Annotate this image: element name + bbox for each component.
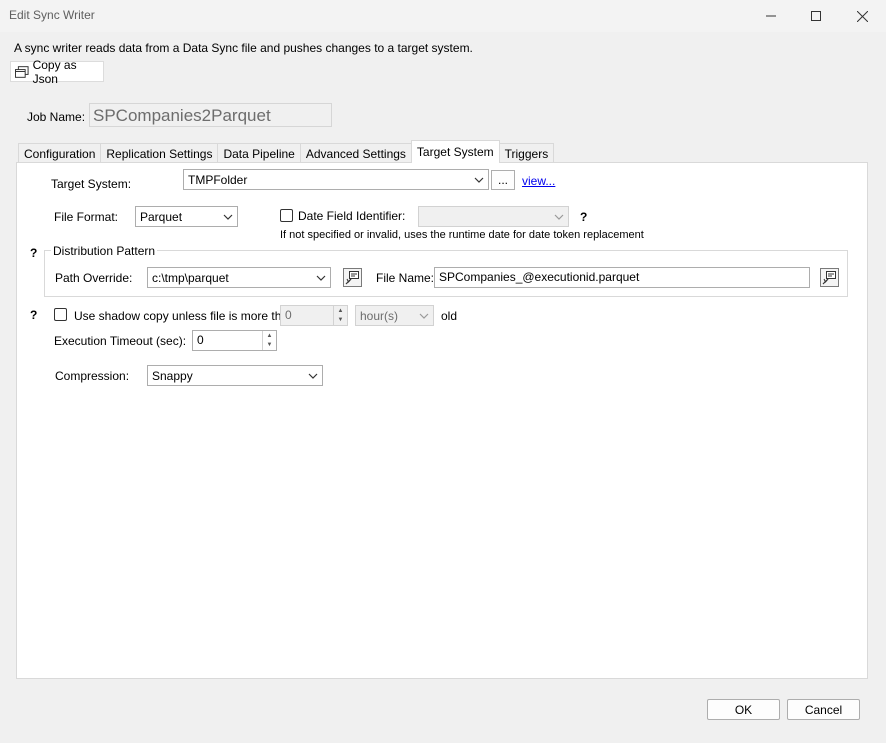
path-override-dropdown[interactable]: c:\tmp\parquet — [147, 267, 331, 288]
date-field-note: If not specified or invalid, uses the ru… — [280, 229, 644, 241]
spin-down-icon: ▼ — [337, 317, 344, 324]
file-format-label: File Format: — [54, 210, 119, 224]
tab-data-pipeline[interactable]: Data Pipeline — [217, 143, 301, 163]
token-picker-icon — [345, 271, 359, 285]
shadow-copy-unit-value: hour(s) — [360, 308, 399, 323]
shadow-copy-label: Use shadow copy unless file is more than — [74, 309, 295, 323]
spinner-buttons[interactable]: ▲ ▼ — [333, 306, 347, 325]
copy-as-json-button[interactable]: Copy as Json — [10, 58, 104, 86]
shadow-copy-suffix: old — [441, 309, 458, 323]
distribution-pattern-label: Distribution Pattern — [51, 244, 158, 258]
copy-as-json-label: Copy as Json — [32, 57, 77, 86]
close-button[interactable] — [839, 0, 885, 32]
maximize-button[interactable] — [793, 0, 839, 32]
chevron-down-icon — [223, 214, 233, 220]
shadow-copy-amount-spinner[interactable]: 0 ▲ ▼ — [280, 305, 348, 326]
spinner-buttons[interactable]: ▲ ▼ — [262, 331, 276, 350]
target-system-browse-button[interactable]: ... — [491, 170, 515, 190]
execution-timeout-label: Execution Timeout (sec): — [54, 334, 187, 348]
spin-down-icon: ▼ — [266, 342, 273, 349]
execution-timeout-spinner[interactable]: 0 ▲ ▼ — [192, 330, 277, 351]
token-picker-icon — [822, 271, 836, 285]
tab-advanced-settings[interactable]: Advanced Settings — [299, 143, 412, 163]
dialog-description: A sync writer reads data from a Data Syn… — [14, 41, 473, 55]
compression-value: Snappy — [152, 368, 193, 383]
shadow-copy-amount-value: 0 — [285, 308, 292, 322]
minimize-button[interactable] — [748, 0, 794, 32]
chevron-down-icon — [554, 214, 564, 220]
chevron-down-icon — [316, 275, 326, 281]
target-system-dropdown[interactable]: TMPFolder — [183, 169, 489, 190]
date-field-help-icon[interactable]: ? — [580, 210, 587, 224]
spin-up-icon: ▲ — [337, 307, 344, 314]
maximize-icon — [811, 11, 821, 21]
file-name-input[interactable]: SPCompanies_@executionid.parquet — [434, 267, 810, 288]
file-format-dropdown[interactable]: Parquet — [135, 206, 238, 227]
target-system-value: TMPFolder — [188, 172, 248, 187]
path-override-value: c:\tmp\parquet — [152, 270, 229, 285]
tab-triggers[interactable]: Triggers — [498, 143, 555, 163]
date-field-label: Date Field Identifier: — [298, 209, 406, 223]
file-name-picker-button[interactable] — [820, 268, 839, 287]
copy-icon — [15, 65, 29, 78]
cancel-button[interactable]: Cancel — [787, 699, 860, 720]
target-system-label: Target System: — [51, 177, 132, 191]
job-name-field[interactable]: SPCompanies2Parquet — [89, 103, 332, 127]
chevron-down-icon — [474, 177, 484, 183]
path-override-picker-button[interactable] — [343, 268, 362, 287]
shadow-copy-help-icon[interactable]: ? — [30, 308, 37, 322]
path-override-label: Path Override: — [55, 271, 133, 285]
window-title: Edit Sync Writer — [9, 8, 95, 22]
target-system-view-link[interactable]: view... — [522, 174, 555, 188]
file-format-value: Parquet — [140, 209, 183, 224]
distribution-help-icon[interactable]: ? — [30, 246, 37, 260]
minimize-icon — [766, 15, 776, 17]
tab-configuration[interactable]: Configuration — [18, 143, 102, 163]
compression-dropdown[interactable]: Snappy — [147, 365, 323, 386]
ok-button[interactable]: OK — [707, 699, 780, 720]
tab-strip: Configuration Replication Settings Data … — [18, 140, 555, 163]
spin-up-icon: ▲ — [266, 332, 273, 339]
compression-label: Compression: — [55, 369, 130, 383]
tab-replication-settings[interactable]: Replication Settings — [100, 143, 219, 163]
chevron-down-icon — [308, 373, 318, 379]
shadow-copy-unit-dropdown[interactable]: hour(s) — [355, 305, 434, 326]
tab-target-system[interactable]: Target System — [410, 140, 500, 163]
date-field-dropdown[interactable] — [418, 206, 569, 227]
date-field-checkbox[interactable] — [280, 209, 293, 222]
close-icon — [856, 10, 868, 22]
execution-timeout-value: 0 — [197, 333, 204, 347]
job-name-label: Job Name: — [27, 110, 86, 124]
file-name-label: File Name: — [376, 271, 435, 285]
shadow-copy-checkbox[interactable] — [54, 308, 67, 321]
chevron-down-icon — [419, 313, 429, 319]
